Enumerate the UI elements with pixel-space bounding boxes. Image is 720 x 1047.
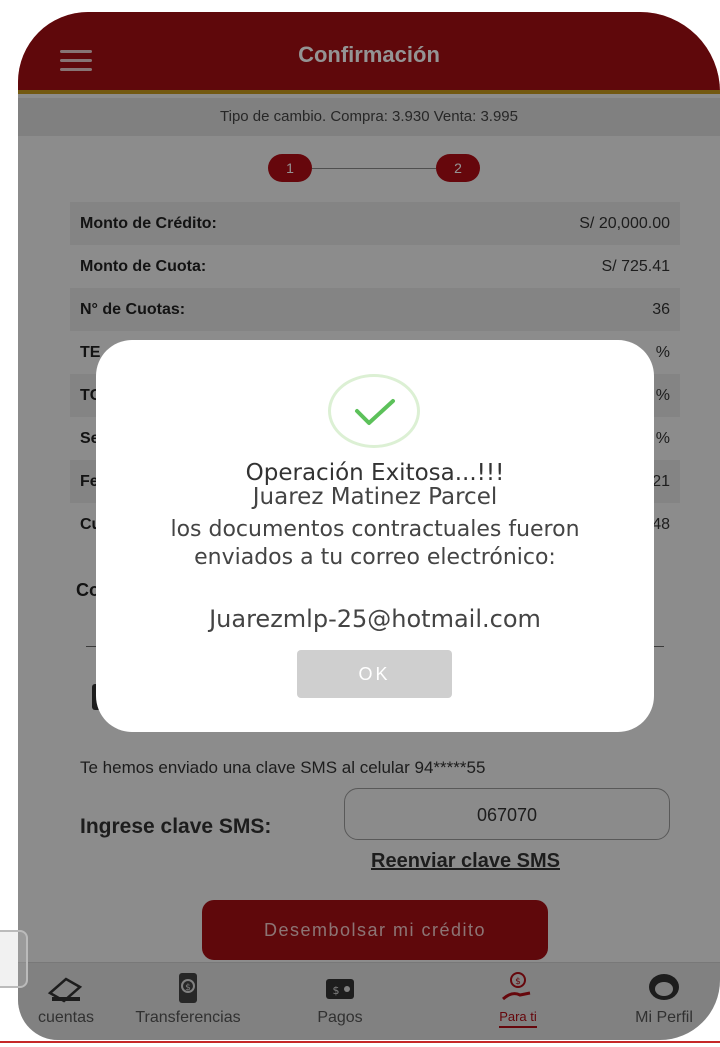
bottom-divider [0,1041,720,1043]
success-check-icon [328,374,420,448]
customer-email: Juarezmlp-25@hotmail.com [209,605,541,633]
customer-name: Juarez Matinez Parcel [252,484,498,510]
ok-button[interactable]: OK [297,650,452,698]
dialog-title: Operación Exitosa...!!! [245,460,505,486]
success-dialog: Operación Exitosa...!!! Juarez Matinez P… [96,340,654,732]
dialog-message: los documentos contractuales fueron envi… [170,517,580,570]
floating-side-handle[interactable] [0,930,28,988]
